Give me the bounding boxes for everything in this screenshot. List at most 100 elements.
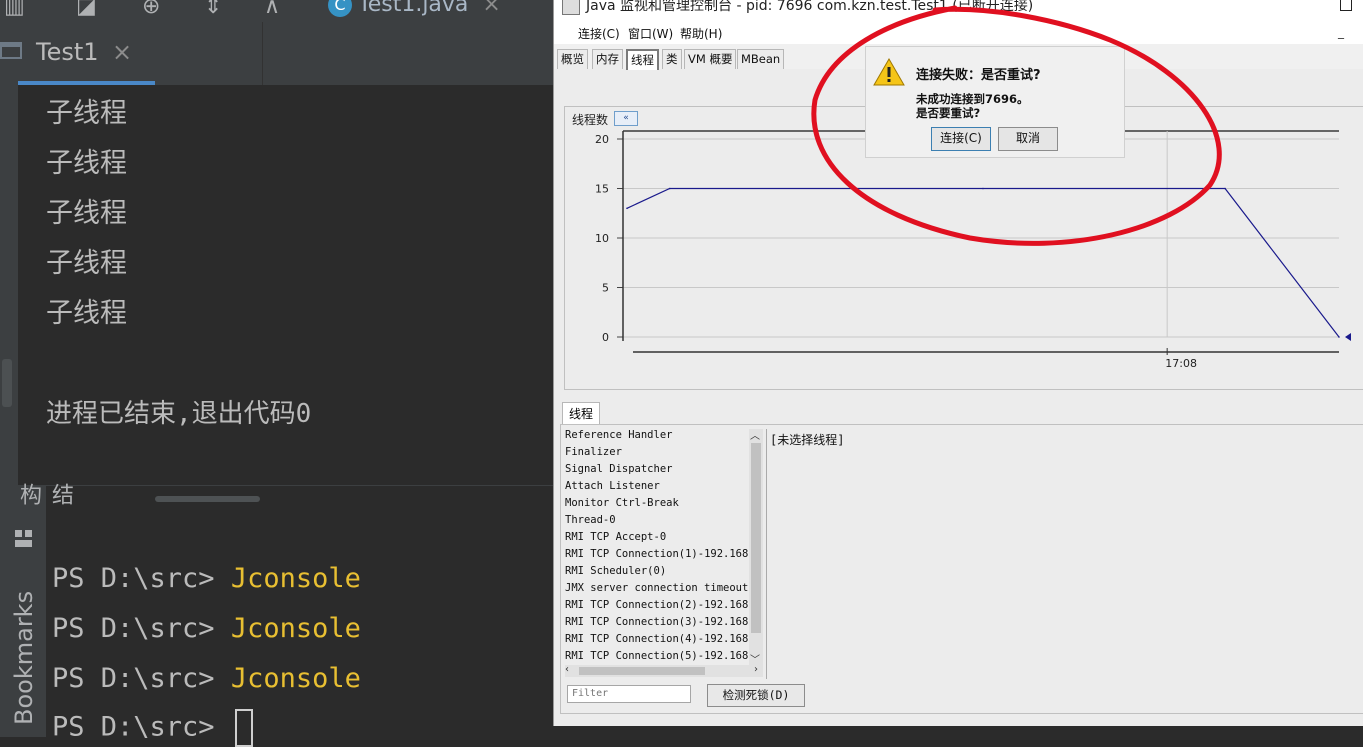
cancel-button[interactable]: 取消 [998,127,1058,151]
terminal-prompt: PS D:\src> [52,563,231,594]
tab-memory[interactable]: 内存 [592,49,623,69]
tab-vm-summary[interactable]: VM 概要 [684,49,737,69]
side-tool-strip: 结构 Bookmarks [0,483,73,737]
tab-classes[interactable]: 类 [662,49,682,69]
split-divider[interactable] [766,429,767,679]
data-point [982,187,984,190]
terminal-command: Jconsole [230,563,361,594]
dialog-message: 是否要重试? [916,106,981,120]
thread-list-item[interactable]: Attach Listener [565,480,660,492]
console-line: 子线程 [46,98,127,129]
divider [262,22,263,85]
java-app-icon [562,0,580,15]
terminal-cursor[interactable] [234,709,253,747]
java-class-icon: C [328,0,352,17]
threads-panel: Reference Handler Finalizer Signal Dispatc… [560,424,1363,714]
terminal-line: PS D:\src> Jconsole [52,613,361,644]
run-console-icon [0,42,22,59]
window-title: Java 监视和管理控制台 - pid: 7696 com.kzn.test.T… [586,0,1034,14]
thread-filter-input[interactable] [567,685,691,703]
terminal-prompt: PS D:\src> [52,711,231,743]
bookmarks-tool-label[interactable]: Bookmarks [10,591,38,725]
editor-tab-label: Test1.java [358,0,469,17]
console-exit-message: 进程已结束,退出代码0 [46,399,312,429]
thread-list-item[interactable]: RMI TCP Connection(2)-192.168. [565,599,755,611]
structure-tool-label[interactable]: 结构 [12,483,76,519]
detect-deadlock-button[interactable]: 检测死锁(D) [707,684,805,707]
tab-threads[interactable]: 线程 [626,49,659,70]
chevron-left-icon[interactable]: ‹ [565,664,569,675]
thread-list-item[interactable]: Finalizer [565,446,622,458]
expand-icon[interactable]: ⇕ [204,0,222,19]
thread-list-item[interactable]: Signal Dispatcher [565,463,672,475]
run-console-output: 子线程 子线程 子线程 子线程 子线程 进程已结束,退出代码0 [18,85,553,485]
run-tab-test1[interactable]: Test1 × [0,22,155,85]
y-tick-label: 5 [602,282,609,295]
y-tick-label: 20 [595,133,609,146]
thread-count-chart: 0 5 10 15 20 17:08 [595,130,1351,370]
editor-tab-test1-java[interactable]: C Test1.java × [328,0,501,22]
terminal-panel[interactable]: PS D:\src> Jconsole PS D:\src> Jconsole … [18,503,553,747]
terminal-command: Jconsole [230,663,361,694]
tab-mbean[interactable]: MBean [737,49,785,69]
chevron-right-icon[interactable]: › [754,664,758,675]
terminal-command: Jconsole [230,613,361,644]
ide-toolbar: ▥ ◪ ⊕ ⇕ ⊼ C Test1.java × [0,0,553,22]
tab-overview[interactable]: 概览 [557,49,588,69]
thread-list-item[interactable]: RMI TCP Connection(5)-192.168. [565,650,755,662]
terminal-prompt: PS D:\src> [52,613,231,644]
run-tab-label: Test1 [36,38,99,66]
scrollbar-thumb[interactable] [579,667,705,675]
y-tick-label: 10 [595,232,609,245]
thread-list-item[interactable]: Thread-0 [565,514,616,526]
thread-list-item[interactable]: RMI Scheduler(0) [565,565,666,577]
terminal-input-line: PS D:\src> [52,709,253,747]
run-config-icon[interactable]: ◪ [76,0,97,19]
terminal-prompt: PS D:\src> [52,663,231,694]
data-point [668,187,671,190]
structure-icon[interactable] [14,529,34,549]
menu-connection[interactable]: 连接(C) [578,25,620,42]
thread-list-item[interactable]: Monitor Ctrl-Break [565,497,679,509]
x-tick-label: 17:08 [1165,357,1197,370]
globe-icon[interactable]: ⊕ [142,0,160,19]
menu-window[interactable]: 窗口(W) [628,25,673,42]
scrollbar-thumb[interactable] [155,496,260,502]
minimize-icon[interactable]: _ [1338,25,1344,39]
console-line: 子线程 [46,148,127,179]
scrollbar-thumb[interactable] [751,443,761,633]
data-point [1224,187,1226,190]
console-line: 子线程 [46,248,127,279]
console-line: 子线程 [46,298,127,329]
y-tick-label: 15 [595,183,609,196]
warning-icon [873,57,905,86]
terminal-line: PS D:\src> Jconsole [52,663,361,694]
thread-list-item[interactable]: RMI TCP Connection(4)-192.168. [565,633,755,645]
close-icon[interactable]: × [112,38,132,66]
layout-icon[interactable]: ▥ [4,0,25,19]
series-marker-icon [1345,333,1351,341]
close-icon[interactable]: × [482,0,500,17]
chevron-up-icon[interactable]: ︿ [750,427,760,442]
maximize-icon[interactable] [1340,0,1352,11]
run-tool-tabbar: Test1 × [0,22,553,86]
data-point [626,207,628,210]
thread-list[interactable]: Reference Handler Finalizer Signal Dispatc… [565,429,755,665]
menu-help[interactable]: 帮助(H) [680,25,722,42]
terminal-splitter[interactable] [18,485,553,504]
thread-list-item[interactable]: RMI TCP Accept-0 [565,531,666,543]
gutter-marker[interactable] [2,359,12,407]
window-titlebar[interactable]: Java 监视和管理控制台 - pid: 7696 com.kzn.test.T… [554,0,1363,18]
plot-area [623,131,1339,337]
thread-list-item[interactable]: JMX server connection timeout [565,582,748,594]
menubar: 连接(C) 窗口(W) 帮助(H) _ [554,18,1363,45]
thread-list-item[interactable]: RMI TCP Connection(1)-192.168. [565,548,755,560]
thread-list-item[interactable]: RMI TCP Connection(3)-192.168. [565,616,755,628]
threads-subtab[interactable]: 线程 [562,402,601,425]
thread-detail-text: [未选择线程] [770,433,845,447]
collapse-icon[interactable]: ⊼ [264,0,280,19]
dialog-title: 连接失败：是否重试? [916,68,1041,83]
thread-list-item[interactable]: Reference Handler [565,429,672,441]
connection-failed-dialog: 连接失败：是否重试? 未成功连接到7696。 是否要重试? 连接(C) 取消 [865,46,1125,158]
connect-button[interactable]: 连接(C) [931,127,991,151]
